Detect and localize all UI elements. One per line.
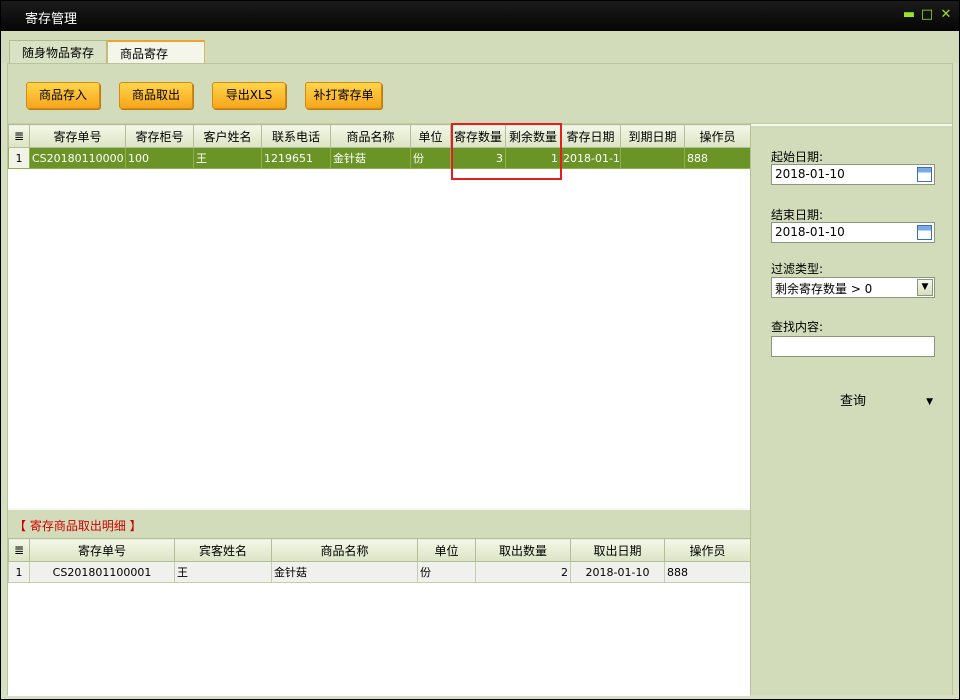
cell-order-no[interactable]: CS201801100001 [29,147,126,169]
cell-operator[interactable]: 888 [684,147,751,169]
filter-type-value: 剩余寄存数量 > 0 [775,282,873,296]
maximize-button[interactable]: □ [919,7,935,23]
col-locker[interactable]: 寄存柜号 [125,124,194,148]
content-panel: 商品存入 商品取出 导出XLS 补打寄存单 ≣ 寄存单号 寄存柜号 客户姓名 联… [7,63,953,696]
calendar-icon[interactable] [917,225,932,240]
chevron-down-icon[interactable]: ▼ [917,279,933,296]
search-label: 查找内容: [771,320,824,334]
detail-section-header: 【 寄存商品取出明细 】 [8,510,750,538]
row-index: 1 [8,561,30,583]
col-guest[interactable]: 宾客姓名 [174,538,272,562]
cell-unit[interactable]: 份 [417,561,476,583]
row-index: 1 [8,147,30,169]
deposit-grid: ≣ 寄存单号 寄存柜号 客户姓名 联系电话 商品名称 单位 寄存数量 剩余数量 … [8,123,751,508]
close-button[interactable]: ✕ [938,7,954,23]
window-title: 寄存管理 [25,12,78,27]
row-selector-icon[interactable]: ≣ [8,124,30,148]
col-withdraw-date[interactable]: 取出日期 [570,538,665,562]
toolbar: 商品存入 商品取出 导出XLS 补打寄存单 [8,64,952,124]
deposit-table: ≣ 寄存单号 寄存柜号 客户姓名 联系电话 商品名称 单位 寄存数量 剩余数量 … [8,124,751,169]
highlight-box [451,123,562,180]
detail-grid: ≣ 寄存单号 宾客姓名 商品名称 单位 取出数量 取出日期 操作员 1 CS20… [8,538,751,696]
col-phone[interactable]: 联系电话 [261,124,331,148]
reprint-button[interactable]: 补打寄存单 [305,82,382,109]
cell-order-no[interactable]: CS201801100001 [29,561,175,583]
start-date-field[interactable]: 2018-01-10 [771,164,935,185]
col-order-no[interactable]: 寄存单号 [29,538,175,562]
tab-personal-items[interactable]: 随身物品寄存 [9,40,107,63]
filter-panel: 起始日期: 2018-01-10 结束日期: 2018-01-10 过滤类型: … [750,126,952,695]
tab-strip: 随身物品寄存 商品寄存 [1,31,959,64]
filter-type-select[interactable]: 剩余寄存数量 > 0 ▼ [771,277,935,298]
cell-deposit-date[interactable]: 2018-01-1 [560,147,621,169]
app-window: 寄存管理 ▬ □ ✕ 随身物品寄存 商品寄存 商品存入 商品取出 导出XLS 补… [0,0,960,700]
col-expire-date[interactable]: 到期日期 [620,124,685,148]
col-withdraw-qty[interactable]: 取出数量 [475,538,571,562]
table-row[interactable]: 1 CS201801100001 100 王 1219651 金针菇 份 3 1… [8,147,751,169]
cell-customer[interactable]: 王 [193,147,262,169]
deposit-header-row: ≣ 寄存单号 寄存柜号 客户姓名 联系电话 商品名称 单位 寄存数量 剩余数量 … [8,124,751,148]
cell-product[interactable]: 金针菇 [330,147,411,169]
minimize-button[interactable]: ▬ [901,7,917,23]
export-xls-button[interactable]: 导出XLS [212,82,286,109]
row-selector-icon[interactable]: ≣ [8,538,30,562]
end-date-value: 2018-01-10 [775,225,845,239]
tab-product-storage[interactable]: 商品寄存 [107,40,205,64]
col-deposit-date[interactable]: 寄存日期 [560,124,621,148]
deposit-button[interactable]: 商品存入 [26,82,100,109]
cell-operator[interactable]: 888 [664,561,751,583]
search-input[interactable] [771,336,935,357]
calendar-icon[interactable] [917,167,932,182]
cell-product[interactable]: 金针菇 [271,561,418,583]
col-operator[interactable]: 操作员 [664,538,751,562]
start-date-value: 2018-01-10 [775,167,845,181]
query-button[interactable]: 查询 ▼ [771,390,935,414]
end-date-field[interactable]: 2018-01-10 [771,222,935,243]
col-customer[interactable]: 客户姓名 [193,124,262,148]
cell-withdraw-qty[interactable]: 2 [475,561,571,583]
detail-header-row: ≣ 寄存单号 宾客姓名 商品名称 单位 取出数量 取出日期 操作员 [8,538,751,562]
cell-guest[interactable]: 王 [174,561,272,583]
dropdown-arrow-icon[interactable]: ▼ [926,390,933,414]
cell-withdraw-date[interactable]: 2018-01-10 [570,561,665,583]
col-product[interactable]: 商品名称 [271,538,418,562]
col-unit[interactable]: 单位 [410,124,451,148]
filter-type-label: 过滤类型: [771,262,824,276]
table-row[interactable]: 1 CS201801100001 王 金针菇 份 2 2018-01-10 88… [8,561,751,583]
col-product[interactable]: 商品名称 [330,124,411,148]
end-date-label: 结束日期: [771,208,824,222]
title-bar: 寄存管理 ▬ □ ✕ [1,1,959,31]
cell-phone[interactable]: 1219651 [261,147,331,169]
col-operator[interactable]: 操作员 [684,124,751,148]
detail-section-title: 【 寄存商品取出明细 】 [14,519,142,533]
cell-unit[interactable]: 份 [410,147,451,169]
query-label: 查询 [839,394,866,409]
col-unit[interactable]: 单位 [417,538,476,562]
col-order-no[interactable]: 寄存单号 [29,124,126,148]
cell-locker[interactable]: 100 [125,147,194,169]
withdraw-button[interactable]: 商品取出 [119,82,193,109]
detail-table: ≣ 寄存单号 宾客姓名 商品名称 单位 取出数量 取出日期 操作员 1 CS20… [8,538,751,583]
start-date-label: 起始日期: [771,150,824,164]
cell-expire-date[interactable] [620,147,685,169]
